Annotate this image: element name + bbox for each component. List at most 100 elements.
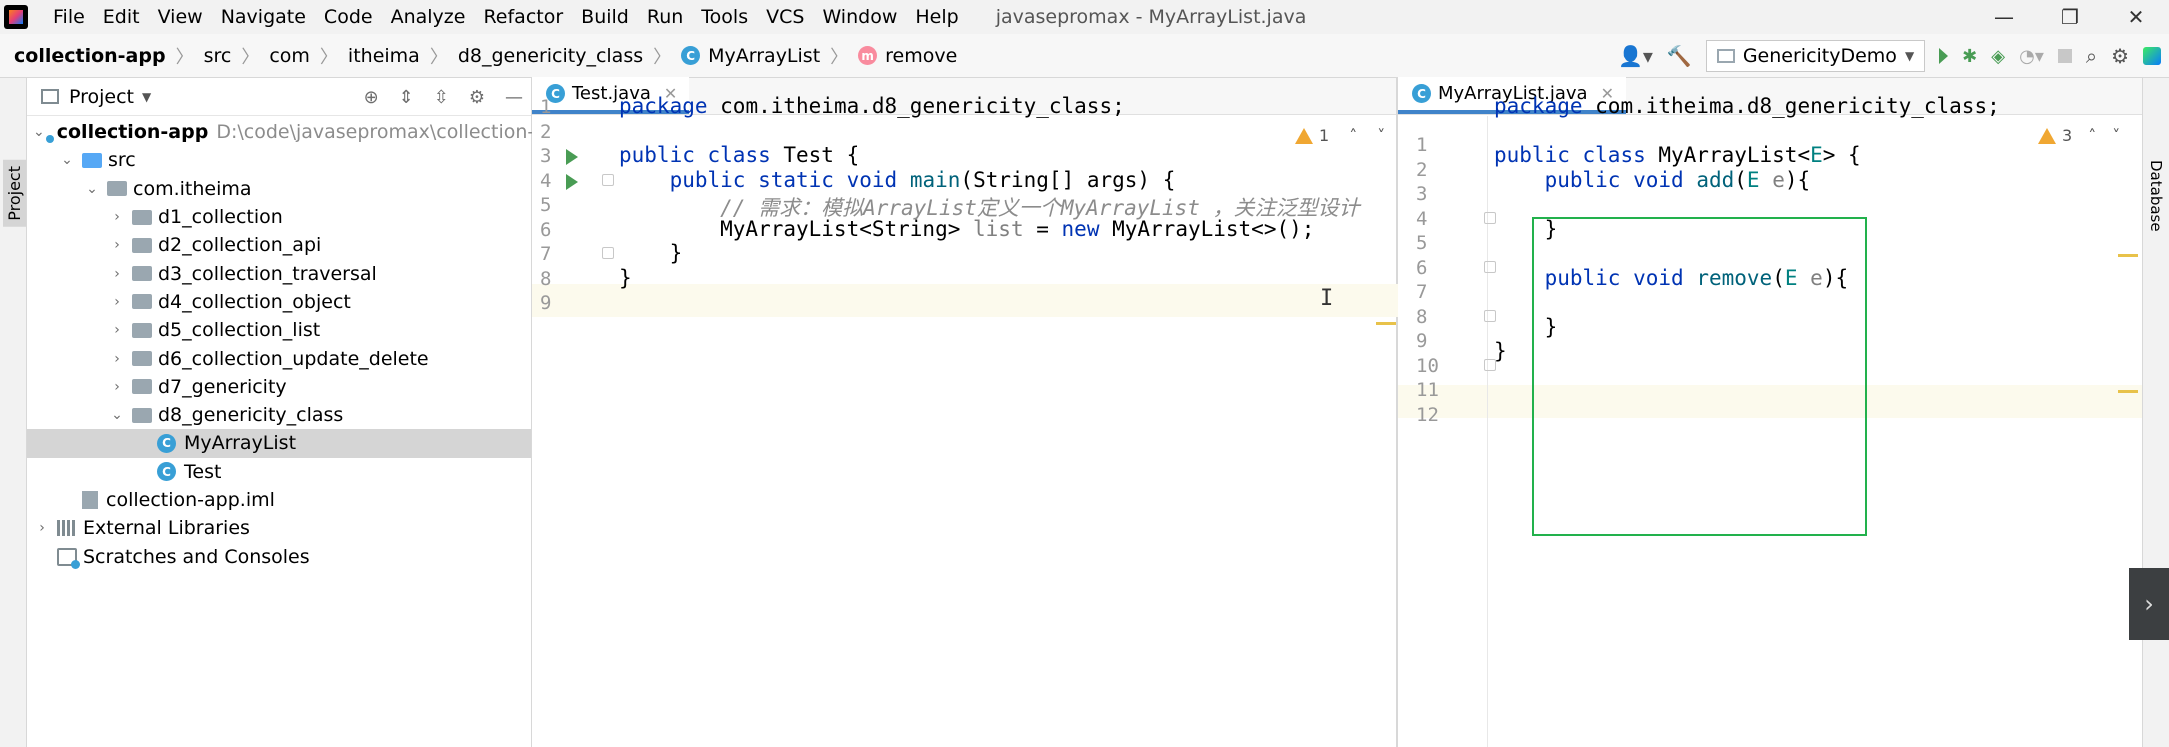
chevron-right-icon[interactable]: › bbox=[108, 379, 126, 395]
restore-button[interactable]: ❐ bbox=[2037, 0, 2103, 34]
tree-item[interactable]: C Test bbox=[27, 458, 531, 486]
locate-icon[interactable]: ⊕ bbox=[364, 87, 379, 108]
run-icon[interactable] bbox=[566, 173, 578, 190]
warning-indicator[interactable]: 3 ˄ ˅ bbox=[2038, 126, 2120, 145]
coverage-icon[interactable]: ◈ bbox=[1991, 46, 2005, 67]
folder-icon bbox=[41, 89, 59, 104]
breadcrumb-method[interactable]: remove bbox=[885, 45, 957, 67]
line-number: 4 bbox=[540, 169, 552, 192]
menu-run[interactable]: Run bbox=[638, 6, 692, 28]
tree-item[interactable]: ⌄ src bbox=[27, 146, 531, 174]
current-line-highlight bbox=[532, 284, 1398, 317]
chevron-down-icon[interactable]: ˅ bbox=[1377, 126, 1385, 145]
chevron-right-icon[interactable]: › bbox=[108, 209, 126, 225]
library-icon bbox=[57, 520, 77, 537]
line-number: 6 bbox=[1416, 256, 1428, 279]
tree-item[interactable]: › d3_collection_traversal bbox=[27, 259, 531, 287]
chevron-right-icon[interactable]: › bbox=[108, 322, 126, 338]
menu-build[interactable]: Build bbox=[572, 6, 638, 28]
tree-item[interactable]: › d7_genericity bbox=[27, 373, 531, 401]
fold-marker-icon[interactable] bbox=[602, 173, 614, 186]
chevron-down-icon[interactable]: ⌄ bbox=[33, 124, 45, 140]
code-line: public void add(E e){ bbox=[1544, 167, 1811, 192]
warning-stripe-mark[interactable] bbox=[2118, 254, 2138, 257]
breadcrumb-class[interactable]: MyArrayList bbox=[708, 45, 820, 67]
breadcrumb-itheima[interactable]: itheima bbox=[348, 45, 420, 67]
build-hammer-icon[interactable]: 🔨 bbox=[1667, 44, 1692, 68]
chevron-down-icon: ▼ bbox=[1904, 49, 1915, 63]
run-configuration-select[interactable]: GenericityDemo ▼ bbox=[1705, 40, 1926, 72]
chevron-down-icon[interactable]: ˅ bbox=[2112, 126, 2120, 145]
user-icon[interactable]: 👤▾ bbox=[1618, 44, 1653, 68]
gear-icon[interactable]: ⚙ bbox=[469, 87, 485, 108]
tree-item-label: d1_collection bbox=[158, 206, 283, 229]
gear-icon[interactable]: ⚙ bbox=[2111, 44, 2129, 68]
profile-icon[interactable]: ◔▾ bbox=[2019, 46, 2044, 67]
database-tool-button[interactable]: Database bbox=[2147, 160, 2165, 232]
tree-item-label: d5_collection_list bbox=[158, 319, 321, 342]
tree-item[interactable]: › External Libraries bbox=[27, 514, 531, 542]
minimize-button[interactable]: — bbox=[1971, 0, 2037, 34]
menu-window[interactable]: Window bbox=[813, 6, 906, 28]
warning-stripe-mark[interactable] bbox=[1376, 322, 1396, 325]
breadcrumb-package[interactable]: d8_genericity_class bbox=[458, 45, 643, 67]
chevron-down-icon[interactable]: ⌄ bbox=[58, 152, 76, 168]
chevron-right-icon[interactable]: › bbox=[2129, 568, 2169, 640]
tree-item[interactable]: collection-app.iml bbox=[27, 486, 531, 514]
menu-vcs[interactable]: VCS bbox=[757, 6, 813, 28]
menu-tools[interactable]: Tools bbox=[692, 6, 757, 28]
chevron-right-icon[interactable]: › bbox=[108, 266, 126, 282]
tree-item[interactable]: ⌄ collection-app D:\code\javasepromax\coll… bbox=[27, 118, 570, 146]
search-icon[interactable]: ⌕ bbox=[2086, 44, 2097, 68]
hide-icon[interactable]: — bbox=[505, 87, 523, 108]
tree-item[interactable]: ⌄ com.itheima bbox=[27, 175, 531, 203]
chevron-down-icon[interactable]: ▼ bbox=[142, 90, 151, 104]
breadcrumb-project[interactable]: collection-app bbox=[14, 45, 166, 67]
menu-edit[interactable]: Edit bbox=[94, 6, 149, 28]
breadcrumb-com[interactable]: com bbox=[269, 45, 310, 67]
menu-view[interactable]: View bbox=[149, 6, 212, 28]
chevron-right-icon[interactable]: › bbox=[108, 351, 126, 367]
project-tool-button[interactable]: Project bbox=[3, 160, 26, 227]
menu-navigate[interactable]: Navigate bbox=[212, 6, 315, 28]
chevron-up-icon[interactable]: ˄ bbox=[1349, 126, 1357, 145]
stop-icon[interactable] bbox=[2057, 49, 2072, 63]
chevron-right-icon[interactable]: › bbox=[108, 294, 126, 310]
tree-item[interactable]: C MyArrayList bbox=[27, 429, 531, 458]
menu-refactor[interactable]: Refactor bbox=[474, 6, 572, 28]
tree-item[interactable]: Scratches and Consoles bbox=[27, 542, 531, 570]
chevron-up-icon[interactable]: ˄ bbox=[2088, 126, 2096, 145]
warning-stripe-mark[interactable] bbox=[2118, 390, 2138, 393]
line-number: 3 bbox=[540, 145, 552, 167]
breadcrumb-src[interactable]: src bbox=[204, 45, 232, 67]
tree-item[interactable]: › d1_collection bbox=[27, 203, 531, 231]
warning-indicator[interactable]: 1 ˄ ˅ bbox=[1295, 126, 1385, 145]
menu-file[interactable]: File bbox=[44, 6, 94, 28]
toolbox-icon[interactable] bbox=[2143, 47, 2161, 65]
line-number: 1 bbox=[1416, 134, 1428, 156]
tree-item[interactable]: › d4_collection_object bbox=[27, 288, 531, 316]
expand-all-icon[interactable]: ⇕ bbox=[399, 87, 414, 108]
run-icon[interactable] bbox=[566, 149, 578, 165]
chevron-right-icon[interactable]: › bbox=[33, 520, 51, 536]
tree-item[interactable]: › d2_collection_api bbox=[27, 231, 531, 259]
tree-item[interactable]: › d6_collection_update_delete bbox=[27, 344, 531, 372]
tree-item-label: com.itheima bbox=[133, 177, 252, 200]
menu-code[interactable]: Code bbox=[315, 6, 382, 28]
close-button[interactable]: ✕ bbox=[2103, 0, 2169, 34]
run-icon[interactable] bbox=[1939, 48, 1949, 64]
collapse-all-icon[interactable]: ⇳ bbox=[434, 87, 449, 108]
tree-item[interactable]: ⌄ d8_genericity_class bbox=[27, 401, 531, 429]
menu-analyze[interactable]: Analyze bbox=[382, 6, 475, 28]
tree-item-label: collection-app.iml bbox=[106, 489, 275, 511]
editor-test: C Test.java ✕ 1 ˄ ˅ 123456789 package co… bbox=[532, 77, 1398, 747]
tree-item[interactable]: › d5_collection_list bbox=[27, 316, 531, 344]
chevron-down-icon[interactable]: ⌄ bbox=[108, 407, 126, 423]
project-view-title[interactable]: Project bbox=[69, 86, 134, 108]
menu-help[interactable]: Help bbox=[906, 6, 967, 28]
chevron-down-icon[interactable]: ⌄ bbox=[83, 181, 101, 197]
debug-icon[interactable]: ✱ bbox=[1962, 46, 1977, 67]
scratches-icon bbox=[57, 547, 80, 569]
fold-marker-icon[interactable] bbox=[602, 247, 614, 259]
chevron-right-icon[interactable]: › bbox=[108, 237, 126, 253]
